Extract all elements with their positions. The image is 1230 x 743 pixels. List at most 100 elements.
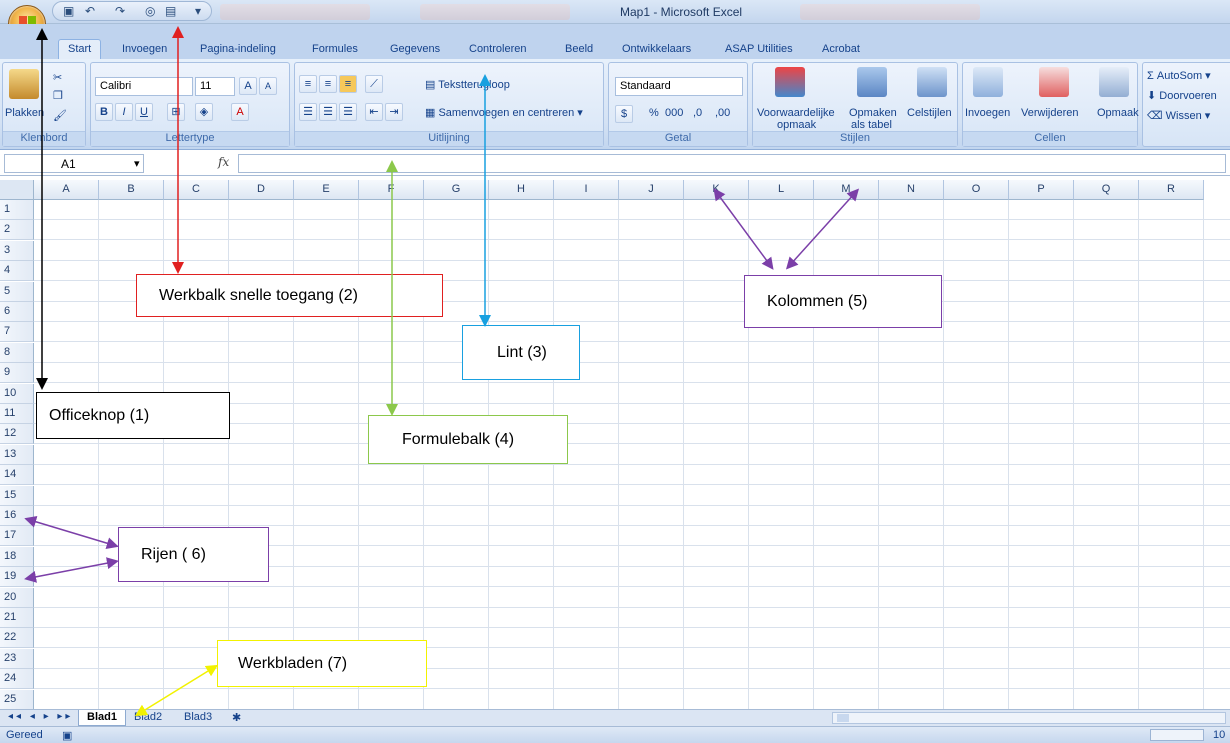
- bold-button[interactable]: B: [95, 103, 113, 121]
- redo-icon[interactable]: ↷: [115, 4, 125, 18]
- tab-beeld[interactable]: Beeld: [565, 43, 593, 55]
- tab-ontwikkelaars[interactable]: Ontwikkelaars: [622, 43, 691, 55]
- copy-icon[interactable]: ❐: [53, 89, 63, 102]
- row-header-3[interactable]: 3: [0, 240, 34, 261]
- column-header-f[interactable]: F: [359, 180, 424, 200]
- number-format-select[interactable]: Standaard: [615, 77, 743, 96]
- align-center-icon[interactable]: ☰: [319, 103, 337, 121]
- font-size-select[interactable]: 11: [195, 77, 235, 96]
- format-painter-icon[interactable]: 🖌: [53, 109, 67, 122]
- column-header-r[interactable]: R: [1139, 180, 1204, 200]
- column-header-e[interactable]: E: [294, 180, 359, 200]
- delete-cells-button[interactable]: Verwijderen: [1021, 107, 1078, 119]
- row-header-2[interactable]: 2: [0, 220, 34, 241]
- undo-icon[interactable]: ↶: [85, 4, 95, 18]
- column-header-b[interactable]: B: [99, 180, 164, 200]
- decrease-indent-icon[interactable]: ⇤: [365, 103, 383, 121]
- tab-gegevens[interactable]: Gegevens: [390, 43, 440, 55]
- row-header-6[interactable]: 6: [0, 302, 34, 322]
- select-all-corner[interactable]: [0, 180, 34, 200]
- align-right-icon[interactable]: ☰: [339, 103, 357, 121]
- orientation-icon[interactable]: ⟋: [365, 75, 383, 93]
- italic-button[interactable]: I: [115, 103, 133, 121]
- tab-asap-utilities[interactable]: ASAP Utilities: [725, 43, 793, 55]
- autosum-button[interactable]: Σ AutoSom ▾: [1147, 69, 1211, 82]
- increase-indent-icon[interactable]: ⇥: [385, 103, 403, 121]
- sheet-tab-1[interactable]: Blad1: [78, 710, 126, 726]
- tab-acrobat[interactable]: Acrobat: [822, 43, 860, 55]
- tab-invoegen[interactable]: Invoegen: [122, 43, 167, 55]
- paste-button[interactable]: Plakken: [5, 107, 44, 119]
- column-header-i[interactable]: I: [554, 180, 619, 200]
- row-header-5[interactable]: 5: [0, 281, 34, 302]
- row-header-18[interactable]: 18: [0, 546, 34, 567]
- font-color-button[interactable]: A: [231, 103, 249, 121]
- row-header-25[interactable]: 25: [0, 689, 34, 710]
- column-header-l[interactable]: L: [749, 180, 814, 200]
- sheet-tab-3[interactable]: Blad3: [176, 710, 220, 726]
- name-box[interactable]: A1: [4, 154, 144, 173]
- row-header-23[interactable]: 23: [0, 648, 34, 669]
- row-header-24[interactable]: 24: [0, 669, 34, 690]
- grow-font-button[interactable]: A: [239, 77, 257, 95]
- percent-button[interactable]: %: [649, 107, 659, 119]
- paste-icon[interactable]: [9, 69, 39, 99]
- dropdown-icon[interactable]: ▾: [195, 4, 201, 18]
- form-icon[interactable]: ▤: [165, 4, 176, 18]
- format-table-button[interactable]: Opmaken: [849, 107, 897, 119]
- row-header-21[interactable]: 21: [0, 608, 34, 628]
- row-header-11[interactable]: 11: [0, 404, 34, 424]
- column-header-m[interactable]: M: [814, 180, 879, 200]
- fx-icon[interactable]: fx: [218, 155, 229, 169]
- increase-decimal-button[interactable]: ,0: [693, 107, 702, 119]
- merge-center-button[interactable]: ▦ Samenvoegen en centreren ▾: [425, 106, 583, 119]
- align-bottom-icon[interactable]: ≡: [339, 75, 357, 93]
- row-header-1[interactable]: 1: [0, 200, 34, 220]
- cell-styles-button[interactable]: Celstijlen: [907, 107, 952, 119]
- row-header-16[interactable]: 16: [0, 506, 34, 526]
- tab-formules[interactable]: Formules: [312, 43, 358, 55]
- align-top-icon[interactable]: ≡: [299, 75, 317, 93]
- insert-cells-button[interactable]: Invoegen: [965, 107, 1010, 119]
- row-header-22[interactable]: 22: [0, 628, 34, 649]
- decrease-decimal-button[interactable]: ,00: [715, 107, 730, 119]
- row-header-13[interactable]: 13: [0, 444, 34, 465]
- column-header-h[interactable]: H: [489, 180, 554, 200]
- currency-icon[interactable]: $: [615, 105, 633, 123]
- cell-styles-icon[interactable]: [917, 67, 947, 97]
- column-header-q[interactable]: Q: [1074, 180, 1139, 200]
- row-header-9[interactable]: 9: [0, 363, 34, 384]
- view-buttons[interactable]: [1150, 729, 1204, 741]
- tab-controleren[interactable]: Controleren: [469, 43, 526, 55]
- tab-pagina-indeling[interactable]: Pagina-indeling: [200, 43, 276, 55]
- column-header-p[interactable]: P: [1009, 180, 1074, 200]
- thousands-button[interactable]: 000: [665, 107, 683, 119]
- row-header-14[interactable]: 14: [0, 465, 34, 486]
- sheet-nav-arrows-icon[interactable]: ◂◂ ◂ ▸ ▸▸: [8, 711, 73, 722]
- font-family-select[interactable]: Calibri: [95, 77, 193, 96]
- format-cells-icon[interactable]: [1099, 67, 1129, 97]
- row-header-15[interactable]: 15: [0, 485, 34, 506]
- row-header-10[interactable]: 10: [0, 383, 34, 404]
- row-header-4[interactable]: 4: [0, 261, 34, 282]
- column-header-k[interactable]: K: [684, 180, 749, 200]
- circle-icon[interactable]: ◎: [145, 4, 155, 18]
- column-header-n[interactable]: N: [879, 180, 944, 200]
- save-icon[interactable]: ▣: [63, 4, 74, 18]
- conditional-format-icon[interactable]: [775, 67, 805, 97]
- conditional-format-button[interactable]: Voorwaardelijke: [757, 107, 835, 119]
- column-header-d[interactable]: D: [229, 180, 294, 200]
- clear-button[interactable]: ⌫ Wissen ▾: [1147, 109, 1210, 122]
- tab-start[interactable]: Start: [58, 39, 102, 59]
- align-middle-icon[interactable]: ≡: [319, 75, 337, 93]
- macro-record-icon[interactable]: ▣: [62, 729, 72, 742]
- column-header-c[interactable]: C: [164, 180, 229, 200]
- formula-input[interactable]: [238, 154, 1226, 173]
- insert-cells-icon[interactable]: [973, 67, 1003, 97]
- row-header-17[interactable]: 17: [0, 526, 34, 547]
- column-header-j[interactable]: J: [619, 180, 684, 200]
- borders-icon[interactable]: ⊞: [167, 103, 185, 121]
- sheet-tab-2[interactable]: Blad2: [126, 710, 170, 726]
- format-table-icon[interactable]: [857, 67, 887, 97]
- horizontal-scrollbar[interactable]: [832, 712, 1226, 724]
